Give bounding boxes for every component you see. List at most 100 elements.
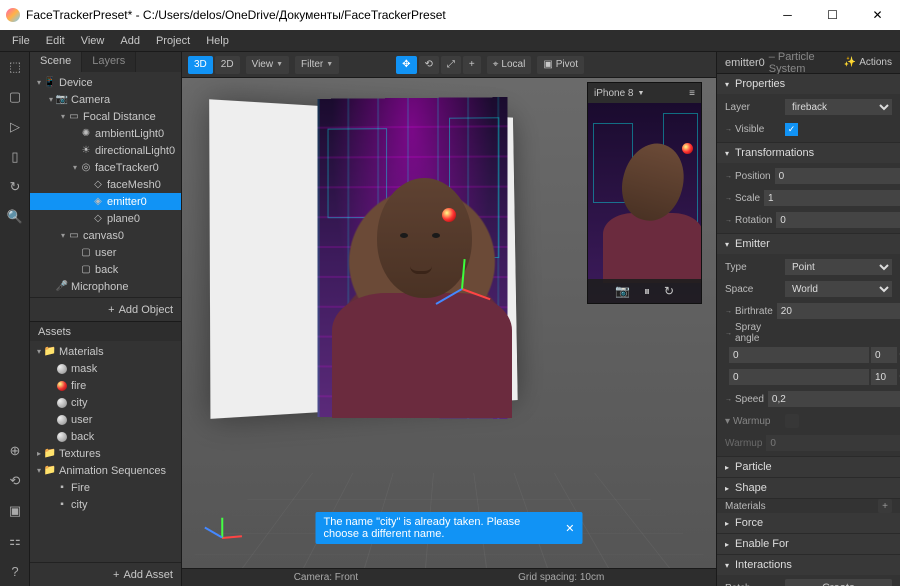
section-force[interactable]: ▸Force xyxy=(717,513,900,533)
tree-node[interactable]: user xyxy=(30,411,181,428)
tree-node[interactable]: ◇plane0 xyxy=(30,210,181,227)
tree-node[interactable]: back xyxy=(30,428,181,445)
birthrate-input[interactable] xyxy=(777,303,900,319)
axis-widget[interactable] xyxy=(222,508,252,538)
scale-x-input[interactable] xyxy=(764,190,900,206)
pivot-toggle[interactable]: ▣ Pivot xyxy=(537,56,584,74)
left-toolrail: ⬚ ▢ ▷ ▯ ↻ 🔍 ⊕ ⟲ ▣ ⚏ ? xyxy=(0,52,30,586)
menu-view[interactable]: View xyxy=(73,32,113,50)
add-object-button[interactable]: +Add Object xyxy=(30,297,181,321)
tree-node[interactable]: ▸📁Textures xyxy=(30,445,181,462)
menu-edit[interactable]: Edit xyxy=(38,32,73,50)
assets-header: Assets xyxy=(30,321,181,341)
inspector-object-name[interactable]: emitter0 xyxy=(725,57,765,69)
filter-dropdown[interactable]: Filter▼ xyxy=(295,56,339,74)
center-toggle[interactable]: ⌖Local xyxy=(487,56,532,74)
transform-gizmo[interactable] xyxy=(432,258,492,318)
rotate-tool[interactable]: ⟲ xyxy=(419,56,439,74)
tree-node[interactable]: mask xyxy=(30,360,181,377)
spray-a-input[interactable] xyxy=(729,347,869,363)
app-logo-icon xyxy=(6,8,20,22)
maximize-button[interactable]: ☐ xyxy=(810,0,855,30)
tree-node[interactable]: ◈emitter0 xyxy=(30,193,181,210)
section-interactions[interactable]: ▾Interactions xyxy=(717,555,900,575)
emitter-type-select[interactable]: Point xyxy=(785,259,892,275)
add-material-button[interactable]: + xyxy=(878,499,892,513)
emitter-space-select[interactable]: World xyxy=(785,281,892,297)
rail-layout-icon[interactable]: ▣ xyxy=(0,496,30,526)
rail-select-icon[interactable]: ⬚ xyxy=(0,52,30,82)
tree-node[interactable]: 🎤Microphone xyxy=(30,278,181,295)
tree-node[interactable]: ▾▭canvas0 xyxy=(30,227,181,244)
tree-node[interactable]: ▢user xyxy=(30,244,181,261)
add-asset-button[interactable]: +Add Asset xyxy=(30,562,181,586)
preview-pause-icon[interactable]: ⏸ xyxy=(644,284,650,299)
tree-node[interactable]: ▾▭Focal Distance xyxy=(30,108,181,125)
tree-node[interactable]: ▾📷Camera xyxy=(30,91,181,108)
add-tool[interactable]: + xyxy=(463,56,481,74)
tab-scene[interactable]: Scene xyxy=(30,52,82,72)
tree-node[interactable]: ▾📱Device xyxy=(30,74,181,91)
assets-tree: ▾📁Materialsmaskfirecityuserback▸📁Texture… xyxy=(30,341,181,562)
tree-node[interactable]: ◇faceMesh0 xyxy=(30,176,181,193)
tab-layers[interactable]: Layers xyxy=(82,52,136,72)
tree-node[interactable]: ▪Fire xyxy=(30,479,181,496)
close-button[interactable]: ✕ xyxy=(855,0,900,30)
view-dropdown[interactable]: View▼ xyxy=(246,56,289,74)
spray-b-input[interactable] xyxy=(871,347,897,363)
rail-refresh-icon[interactable]: ↻ xyxy=(0,172,30,202)
menu-project[interactable]: Project xyxy=(148,32,198,50)
section-enable-for[interactable]: ▸Enable For xyxy=(717,534,900,554)
menu-file[interactable]: File xyxy=(4,32,38,50)
spray-c-input[interactable] xyxy=(729,369,869,385)
view-3d-button[interactable]: 3D xyxy=(188,56,213,74)
rail-rect-icon[interactable]: ▢ xyxy=(0,82,30,112)
inspector-panel: emitter0 – Particle System ✨Actions ▾Pro… xyxy=(716,52,900,586)
tree-node[interactable]: ▪city xyxy=(30,496,181,513)
rail-undo-icon[interactable]: ⟲ xyxy=(0,466,30,496)
create-patch-button[interactable]: Create xyxy=(785,579,892,586)
tree-node[interactable]: ▾◎faceTracker0 xyxy=(30,159,181,176)
scene-tree: ▾📱Device▾📷Camera▾▭Focal Distance✺ambient… xyxy=(30,72,181,297)
tree-node[interactable]: city xyxy=(30,394,181,411)
section-emitter[interactable]: ▾Emitter xyxy=(717,234,900,254)
rail-add-icon[interactable]: ⊕ xyxy=(0,436,30,466)
speed-input[interactable] xyxy=(768,391,900,407)
tree-node[interactable]: fire xyxy=(30,377,181,394)
rail-device-icon[interactable]: ▯ xyxy=(0,142,30,172)
section-particle[interactable]: ▸Particle xyxy=(717,457,900,477)
layer-select[interactable]: fireback xyxy=(785,99,892,115)
tree-node[interactable]: ▾📁Animation Sequences xyxy=(30,462,181,479)
preview-camera-icon[interactable]: 📷 xyxy=(615,284,630,298)
tree-node[interactable]: ☀directionalLight0 xyxy=(30,142,181,159)
section-properties[interactable]: ▾Properties xyxy=(717,74,900,94)
pos-x-input[interactable] xyxy=(775,168,900,184)
rail-help-icon[interactable]: ? xyxy=(0,556,30,586)
toast-close-button[interactable]: ✕ xyxy=(565,522,574,535)
rail-play-icon[interactable]: ▷ xyxy=(0,112,30,142)
tree-node[interactable]: ✺ambientLight0 xyxy=(30,125,181,142)
rot-x-input[interactable] xyxy=(776,212,900,228)
visible-checkbox[interactable]: ✓ xyxy=(785,123,798,136)
window-title: FaceTrackerPreset* - C:/Users/delos/OneD… xyxy=(26,8,765,22)
scale-tool[interactable]: ⤢ xyxy=(441,56,461,74)
tree-node[interactable]: ▾📁Materials xyxy=(30,343,181,360)
view-2d-button[interactable]: 2D xyxy=(215,56,240,74)
minimize-button[interactable]: ─ xyxy=(765,0,810,30)
preview-reset-icon[interactable]: ↻ xyxy=(664,284,674,298)
section-shape[interactable]: ▸Shape xyxy=(717,478,900,498)
rail-settings-icon[interactable]: ⚏ xyxy=(0,526,30,556)
tree-node[interactable]: ▢back xyxy=(30,261,181,278)
menu-help[interactable]: Help xyxy=(198,32,237,50)
actions-button[interactable]: ✨Actions xyxy=(844,57,892,68)
spray-d-input[interactable] xyxy=(871,369,897,385)
move-tool[interactable]: ✥ xyxy=(396,56,416,74)
section-transformations[interactable]: ▾Transformations xyxy=(717,143,900,163)
menu-add[interactable]: Add xyxy=(112,32,148,50)
warmup-input[interactable] xyxy=(766,435,900,451)
rail-search-icon[interactable]: 🔍 xyxy=(0,202,30,232)
viewport-3d[interactable]: iPhone 8 ▼ ≡ 📷 ⏸ ↻ The name xyxy=(182,78,716,568)
device-selector[interactable]: iPhone 8 xyxy=(594,88,633,99)
preview-menu-icon[interactable]: ≡ xyxy=(689,88,695,99)
warmup-toggle[interactable] xyxy=(785,414,799,428)
